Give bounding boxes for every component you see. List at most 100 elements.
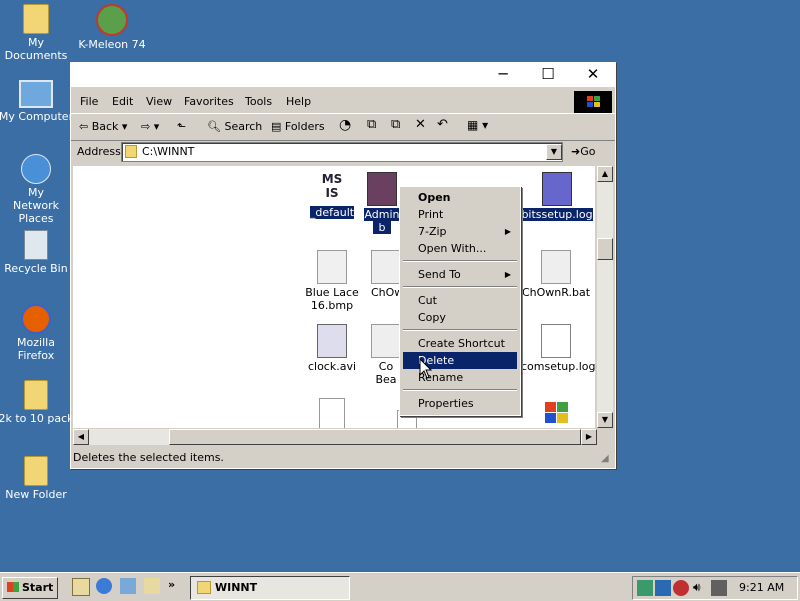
desktop-icon-firefox[interactable]: Mozilla Firefox [0, 304, 74, 362]
back-button[interactable]: ⇦ Back ▾ [79, 120, 127, 133]
menu-item-label: Send To [418, 268, 461, 281]
file-item[interactable]: comsetup.log [521, 324, 595, 373]
scroll-left-button[interactable]: ◀ [73, 429, 89, 445]
toolbar: ⇦ Back ▾ ⇨ ▾ ⬑ 🔍︎ Search ▤ Folders ◔ ⧉ ⧉… [71, 113, 615, 141]
maximize-button[interactable]: ☐ [526, 63, 570, 85]
file-item[interactable]: Admin b [361, 172, 403, 234]
folder-icon [125, 145, 137, 158]
scroll-down-button[interactable]: ▼ [597, 412, 613, 428]
file-label-line2: Bea [375, 373, 397, 386]
desktop-icon-new-folder[interactable]: New Folder [0, 456, 74, 501]
go-button[interactable]: ➜Go [571, 145, 595, 158]
desktop-icon-network[interactable]: My Network Places [0, 154, 74, 225]
menu-item-cut[interactable]: Cut [403, 292, 517, 309]
menu-help[interactable]: Help [286, 95, 311, 108]
move-to-icon[interactable]: ⧉ [367, 117, 376, 132]
delete-icon[interactable]: ✕ [415, 117, 426, 132]
forward-button[interactable]: ⇨ ▾ [141, 120, 159, 133]
search-icon[interactable] [144, 578, 160, 594]
history-icon[interactable]: ◔ [339, 117, 351, 133]
desktop-icon-my-documents[interactable]: My Documents [0, 4, 74, 62]
menu-tools[interactable]: Tools [245, 95, 272, 108]
address-bar: Address C:\WINNT ▼ ➜Go [71, 140, 615, 164]
file-label: Blue Lace [305, 286, 359, 299]
batch-file-icon [371, 250, 401, 284]
undo-icon[interactable]: ↶ [437, 117, 448, 132]
file-label-line2: 16.bmp [310, 299, 354, 312]
menu-item-label: 7-Zip [418, 225, 447, 238]
log-file-icon [542, 172, 572, 206]
menu-favorites[interactable]: Favorites [184, 95, 234, 108]
desktop-icon-my-computer[interactable]: My Computer [0, 80, 74, 123]
desktop-icon-label: My Documents [4, 36, 68, 62]
chevron-icon[interactable]: » [168, 578, 175, 591]
file-item[interactable]: Co Bea [371, 324, 401, 386]
file-item[interactable]: Blue Lace 16.bmp [297, 250, 367, 312]
folder-icon [197, 581, 211, 594]
vertical-scrollbar[interactable]: ▲ ▼ [597, 166, 613, 428]
menu-item-properties[interactable]: Properties [403, 395, 517, 412]
volume-icon[interactable]: 🔊︎ [693, 580, 701, 595]
file-item[interactable]: ChOw [371, 250, 401, 299]
menu-item-print[interactable]: Print [403, 206, 517, 223]
horizontal-scrollbar[interactable]: ◀ ▶ [73, 429, 597, 445]
image-file-icon [367, 172, 397, 206]
copy-to-icon[interactable]: ⧉ [391, 117, 400, 132]
menu-item-7zip[interactable]: 7-Zip ▶ [403, 223, 517, 240]
bitmap-file-icon [317, 250, 347, 284]
firefox-icon [21, 304, 51, 334]
desktop-icon-2k-to-10-pack[interactable]: 2k to 10 pack [0, 380, 74, 425]
up-folder-icon[interactable]: ⬑ [177, 120, 186, 133]
tray-icon-3[interactable] [673, 580, 689, 596]
go-label: Go [580, 145, 596, 158]
menu-view[interactable]: View [146, 95, 172, 108]
close-button[interactable]: ✕ [571, 63, 615, 85]
menu-item-copy[interactable]: Copy [403, 309, 517, 326]
msi-icon: MS IS [318, 172, 346, 204]
file-item[interactable]: clock.avi [297, 324, 367, 373]
scroll-thumb[interactable] [169, 429, 581, 445]
resize-grip-icon[interactable]: ◢ [601, 453, 609, 464]
menu-item-open[interactable]: Open [403, 189, 517, 206]
show-desktop-icon[interactable] [72, 578, 90, 596]
minimize-button[interactable]: ─ [481, 63, 525, 85]
menu-item-send-to[interactable]: Send To ▶ [403, 266, 517, 283]
tray-icon-2[interactable] [655, 580, 671, 596]
address-input[interactable]: C:\WINNT ▼ [121, 142, 563, 162]
task-label: WINNT [215, 581, 258, 594]
desktop-icon-k-meleon[interactable]: K-Meleon 74 [74, 4, 150, 51]
file-item[interactable]: bitssetup.log [517, 172, 595, 221]
menu-file[interactable]: File [80, 95, 98, 108]
title-bar[interactable]: ─ ☐ ✕ [71, 63, 615, 87]
folders-button[interactable]: ▤ Folders [271, 120, 325, 133]
windows-logo-icon [7, 582, 19, 592]
scroll-up-button[interactable]: ▲ [597, 166, 613, 182]
scroll-thumb[interactable] [597, 238, 613, 260]
outlook-express-icon[interactable] [120, 578, 136, 594]
search-button[interactable]: 🔍︎ Search [207, 120, 262, 133]
desktop-icon-label: K-Meleon 74 [78, 38, 146, 51]
desktop-icon-recycle-bin[interactable]: Recycle Bin [0, 230, 74, 275]
clock[interactable]: 9:21 AM [739, 581, 784, 594]
menu-edit[interactable]: Edit [112, 95, 133, 108]
gear-icon[interactable] [319, 398, 345, 428]
system-tray: 🔊︎ 9:21 AM [632, 576, 798, 600]
folders-label: Folders [284, 120, 325, 133]
start-button[interactable]: Start [2, 577, 58, 599]
file-label: bitssetup.log [521, 208, 593, 221]
views-button[interactable]: ▦ ▾ [467, 118, 488, 132]
tray-icon-5[interactable] [711, 580, 727, 596]
file-item[interactable]: ChOwnR.bat [521, 250, 591, 299]
address-dropdown-button[interactable]: ▼ [546, 144, 562, 160]
file-label: ChOwnR.bat [521, 286, 591, 299]
internet-explorer-icon[interactable] [96, 578, 112, 594]
menu-item-create-shortcut[interactable]: Create Shortcut [403, 335, 517, 352]
tray-icon-1[interactable] [637, 580, 653, 596]
menu-item-open-with[interactable]: Open With... [403, 240, 517, 257]
task-button-winnt[interactable]: WINNT [190, 576, 350, 600]
scroll-right-button[interactable]: ▶ [581, 429, 597, 445]
submenu-arrow-icon: ▶ [504, 227, 511, 236]
gear-icon [541, 250, 571, 284]
windows-flag-icon[interactable] [541, 398, 571, 428]
file-item[interactable]: MS IS _default [297, 172, 367, 219]
